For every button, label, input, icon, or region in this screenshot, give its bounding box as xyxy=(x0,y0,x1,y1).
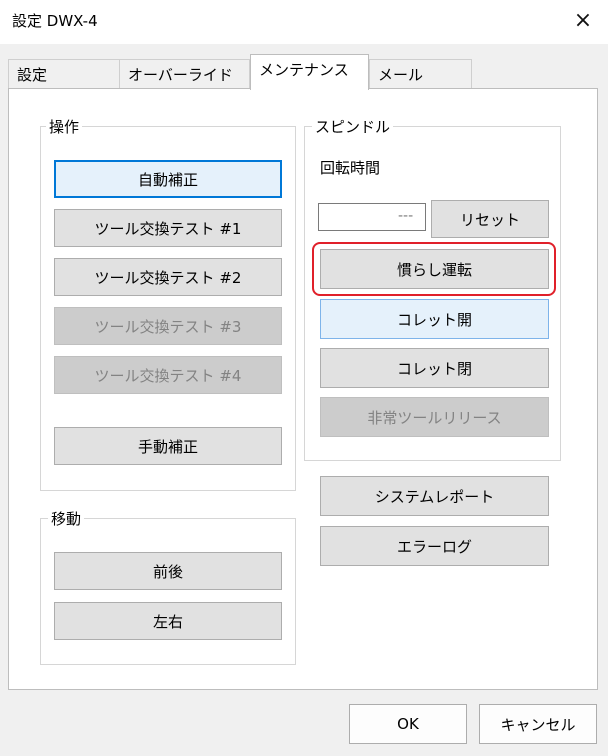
tool-change-test-1-button[interactable]: ツール交換テスト #1 xyxy=(54,209,282,247)
spindle-group-label: スピンドル xyxy=(312,116,394,137)
manual-correct-button[interactable]: 手動補正 xyxy=(54,427,282,465)
rotation-time-label: 回転時間 xyxy=(320,159,381,177)
front-back-button[interactable]: 前後 xyxy=(54,552,282,590)
tab-maintenance[interactable]: メンテナンス xyxy=(250,54,369,90)
tab-mail[interactable]: メール xyxy=(369,59,472,89)
tab-override[interactable]: オーバーライド xyxy=(119,59,250,89)
auto-correct-button[interactable]: 自動補正 xyxy=(54,160,282,198)
highlight-outline xyxy=(312,242,556,296)
system-report-button[interactable]: システムレポート xyxy=(320,476,549,516)
operation-group-label: 操作 xyxy=(46,116,83,137)
ok-button[interactable]: OK xyxy=(349,704,467,744)
close-icon[interactable]: × xyxy=(568,8,598,34)
tool-change-test-4-button[interactable]: ツール交換テスト #4 xyxy=(54,356,282,394)
tool-change-test-3-button[interactable]: ツール交換テスト #3 xyxy=(54,307,282,345)
move-group-label: 移動 xyxy=(48,508,85,529)
window-title: 設定 DWX-4 xyxy=(12,12,98,30)
rotation-time-value: --- xyxy=(398,208,414,224)
reset-button[interactable]: リセット xyxy=(431,200,549,238)
move-group xyxy=(40,518,296,665)
tab-settings[interactable]: 設定 xyxy=(8,59,120,89)
tool-change-test-2-button[interactable]: ツール交換テスト #2 xyxy=(54,258,282,296)
collet-close-button[interactable]: コレット閉 xyxy=(320,348,549,388)
error-log-button[interactable]: エラーログ xyxy=(320,526,549,566)
cancel-button[interactable]: キャンセル xyxy=(479,704,597,744)
collet-open-button[interactable]: コレット開 xyxy=(320,299,549,339)
emergency-tool-release-button[interactable]: 非常ツールリリース xyxy=(320,397,549,437)
left-right-button[interactable]: 左右 xyxy=(54,602,282,640)
